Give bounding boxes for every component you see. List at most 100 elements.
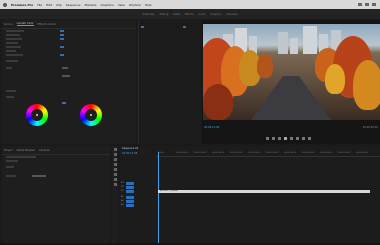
panel-marker (141, 26, 144, 28)
playhead[interactable] (158, 152, 159, 243)
menu-app[interactable]: Premiere Pro (11, 3, 33, 7)
dropdown-control[interactable] (62, 67, 68, 69)
track-select-tool-icon[interactable] (113, 153, 117, 156)
slip-tool-icon[interactable] (113, 168, 117, 171)
track-target-v2[interactable] (126, 186, 134, 189)
menu-markers[interactable]: Markers (85, 3, 97, 7)
ruler-tick: 00:00:30:00 (266, 152, 279, 154)
menu-help[interactable]: Help (145, 3, 152, 7)
property-row[interactable] (6, 54, 23, 56)
building (303, 26, 317, 54)
property-row[interactable] (6, 38, 22, 40)
tab-lumetri-color[interactable]: Lumetri Color (16, 22, 34, 26)
ruler-tick: 00:00:20:00 (230, 152, 243, 154)
mark-out-icon[interactable] (272, 137, 275, 140)
property-value[interactable] (62, 102, 66, 104)
selection-tool-icon[interactable] (113, 148, 117, 151)
menu-view[interactable]: View (118, 3, 125, 7)
overwrite-icon[interactable] (302, 137, 305, 140)
step-forward-icon[interactable] (290, 137, 293, 140)
timeline-timecode[interactable]: 00:00:12:08 (122, 152, 137, 155)
video-frame[interactable] (203, 24, 380, 120)
track-label-a1: A1 (121, 196, 124, 198)
mark-in-icon[interactable] (266, 137, 269, 140)
track-label-a3: A3 (121, 204, 124, 206)
workspace-libraries[interactable]: Libraries (227, 13, 238, 16)
menu-window[interactable]: Window (129, 3, 141, 7)
wheel-handle[interactable] (90, 114, 92, 116)
export-frame-icon[interactable] (308, 137, 311, 140)
ruler-tick: 00:00:50:00 (338, 152, 351, 154)
track-label-v3: V3 (121, 182, 124, 184)
pen-tool-icon[interactable] (113, 173, 117, 176)
property-row[interactable] (6, 60, 18, 62)
project-panel: Project Media Browser Libraries (2, 146, 110, 243)
project-item[interactable] (6, 175, 16, 177)
search-icon[interactable] (372, 3, 376, 6)
insert-icon[interactable] (296, 137, 299, 140)
program-duration: 00:00:30:00 (362, 126, 378, 129)
ripple-edit-tool-icon[interactable] (113, 158, 117, 161)
program-timecode[interactable]: 00:00:12:08 (204, 126, 219, 129)
apple-icon[interactable] (3, 2, 7, 7)
menu-sequence[interactable]: Sequence (66, 3, 81, 7)
sequence-tab[interactable]: Sequence 01 (122, 147, 138, 150)
play-icon[interactable] (284, 137, 287, 140)
timeline-panel: Sequence 01 00:00:12:08 00:00 00:00:05:0… (120, 146, 380, 243)
track-target-a3[interactable] (126, 204, 134, 207)
step-back-icon[interactable] (278, 137, 281, 140)
battery-icon[interactable] (365, 3, 369, 6)
workspace-editing[interactable]: Editing (160, 13, 169, 16)
color-wheel-shadows[interactable] (26, 104, 48, 126)
razor-tool-icon[interactable] (113, 163, 117, 166)
project-item[interactable] (6, 156, 36, 158)
property-row[interactable] (6, 30, 24, 32)
property-value[interactable] (60, 34, 64, 36)
workspace-color[interactable]: Color (173, 13, 180, 16)
track-target-a1[interactable] (126, 196, 134, 199)
track-target-v3[interactable] (126, 182, 134, 185)
hand-tool-icon[interactable] (113, 178, 117, 181)
workspace-assembly[interactable]: Assembly (143, 13, 155, 16)
menu-file[interactable]: File (37, 3, 42, 7)
property-row[interactable] (6, 34, 20, 36)
property-value[interactable] (60, 54, 64, 56)
ruler-tick: 00:00:05:00 (176, 152, 189, 154)
property-value[interactable] (60, 38, 64, 40)
tab-project[interactable]: Project (4, 149, 13, 152)
tab-libraries[interactable]: Libraries (39, 149, 50, 152)
property-row[interactable] (6, 67, 12, 69)
menu-clip[interactable]: Clip (56, 3, 62, 7)
wheel-handle[interactable] (36, 114, 38, 116)
tree (203, 84, 233, 120)
track-target-a2[interactable] (126, 200, 134, 203)
track-target-v1[interactable] (126, 190, 134, 193)
menu-graphics[interactable]: Graphics (100, 3, 113, 7)
property-row[interactable] (6, 46, 21, 48)
workspace-bar: Assembly Editing Color Effects Audio Gra… (0, 9, 380, 19)
video-clip[interactable]: Autumn_City.mp4 (158, 190, 370, 193)
time-ruler[interactable]: 00:00 00:00:05:00 00:00:10:00 00:00:15:0… (156, 152, 380, 157)
workspace-graphics[interactable]: Graphics (211, 13, 222, 16)
property-row[interactable] (6, 50, 16, 52)
menu-edit[interactable]: Edit (46, 3, 52, 7)
property-row[interactable] (6, 96, 14, 98)
tab-media-browser[interactable]: Media Browser (17, 149, 35, 152)
property-row[interactable] (6, 42, 18, 44)
wifi-icon[interactable] (358, 3, 362, 6)
workspace-audio[interactable]: Audio (198, 13, 205, 16)
program-controls: 00:00:12:08 00:00:30:00 (202, 123, 380, 143)
tree (325, 64, 345, 94)
type-tool-icon[interactable] (113, 183, 117, 186)
property-value[interactable] (60, 30, 64, 32)
lumetri-color-panel: Source Lumetri Color Effect Controls (2, 20, 136, 144)
property-value[interactable] (60, 46, 64, 48)
project-item[interactable] (6, 160, 18, 162)
tab-effect-controls[interactable]: Effect Controls (38, 23, 56, 26)
property-row[interactable] (6, 90, 16, 92)
workspace-effects[interactable]: Effects (185, 13, 194, 16)
dropdown-control[interactable] (62, 75, 70, 77)
project-item[interactable] (6, 166, 14, 168)
tab-source[interactable]: Source (4, 23, 13, 26)
color-wheel-midtones[interactable] (80, 104, 102, 126)
